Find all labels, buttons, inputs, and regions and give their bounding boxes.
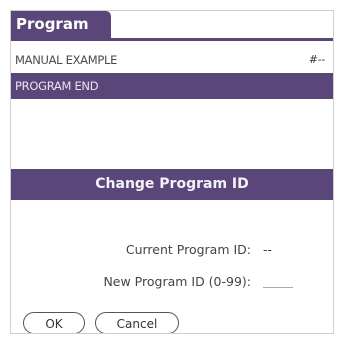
- list-item-label: MANUAL EXAMPLE: [15, 53, 118, 67]
- current-program-id-value: --: [263, 242, 273, 257]
- current-program-id-row: Current Program ID: --: [126, 242, 293, 257]
- list-item-manual-example[interactable]: MANUAL EXAMPLE #--: [11, 47, 333, 73]
- app-title: Program: [11, 11, 111, 38]
- list-item-program-end[interactable]: PROGRAM END: [11, 73, 333, 99]
- dialog-title: Change Program ID: [11, 169, 333, 200]
- list-item-id: #--: [308, 53, 326, 66]
- title-bar: Program: [11, 11, 333, 41]
- program-screen: Program MANUAL EXAMPLE #-- PROGRAM END C…: [10, 10, 334, 334]
- ok-button[interactable]: OK: [23, 312, 85, 333]
- new-program-id-field[interactable]: [263, 275, 293, 288]
- current-program-id-label: Current Program ID:: [125, 242, 252, 257]
- list-item-label: PROGRAM END: [15, 79, 99, 93]
- new-program-id-label: New Program ID (0-99):: [103, 274, 252, 289]
- change-program-id-dialog: Change Program ID Current Program ID: --…: [11, 169, 333, 333]
- new-program-id-row: New Program ID (0-99):: [103, 274, 293, 289]
- cancel-button[interactable]: Cancel: [95, 312, 179, 333]
